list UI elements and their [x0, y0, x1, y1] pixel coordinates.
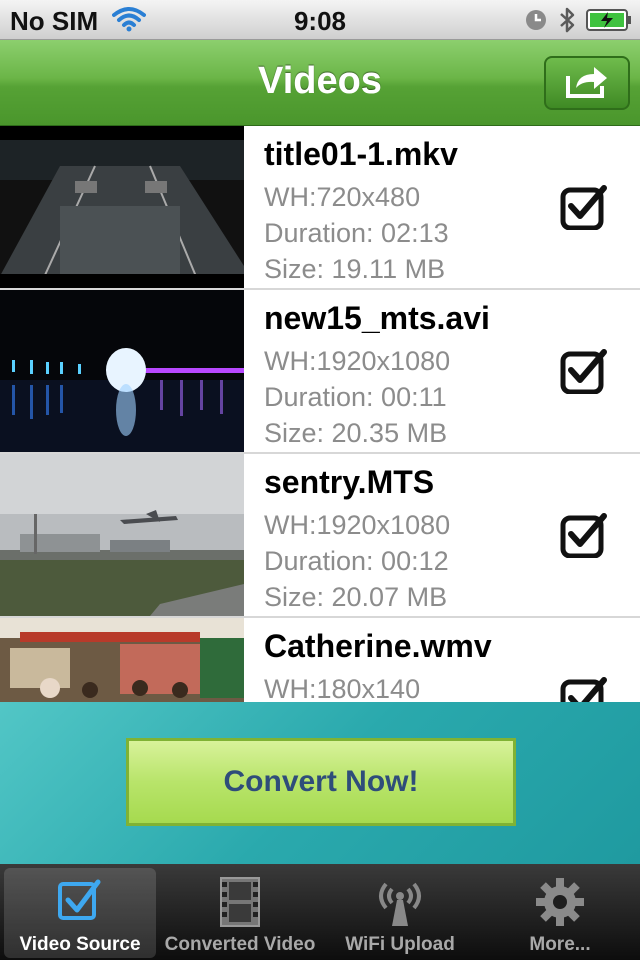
navigation-bar: Videos [0, 40, 640, 126]
share-icon [564, 62, 610, 105]
status-bar: No SIM 9:08 [0, 0, 640, 40]
video-dimensions: WH:720x480 [264, 182, 421, 212]
video-duration: Duration: 00:11 [264, 382, 447, 412]
tab-bar: Video Source Converted Video WiFi Upload… [0, 864, 640, 960]
video-list[interactable]: title01-1.mkv WH:720x480 Duration: 02:13… [0, 126, 640, 702]
tab-wifi-upload[interactable]: WiFi Upload [324, 868, 476, 958]
video-dimensions: WH:1920x1080 [264, 510, 451, 540]
tab-more[interactable]: More... [484, 868, 636, 958]
checkbox-icon[interactable] [560, 184, 608, 231]
video-name: Catherine.wmv [264, 628, 492, 664]
video-row[interactable]: sentry.MTS WH:1920x1080 Duration: 00:12 … [0, 454, 640, 618]
video-size: Size: 20.35 MB [264, 418, 448, 448]
clock-icon [524, 8, 548, 37]
video-name: title01-1.mkv [264, 136, 458, 172]
video-row[interactable]: Catherine.wmv WH:180x140 [0, 618, 640, 702]
film-icon [219, 876, 261, 928]
tab-label: Converted Video [164, 934, 316, 955]
share-button[interactable] [544, 56, 630, 110]
video-name: new15_mts.avi [264, 300, 490, 336]
gear-icon [534, 876, 586, 928]
battery-icon [586, 8, 632, 37]
bluetooth-icon [558, 6, 576, 39]
video-row[interactable]: title01-1.mkv WH:720x480 Duration: 02:13… [0, 126, 640, 290]
wifi-antenna-icon [372, 876, 428, 928]
video-size: Size: 19.11 MB [264, 254, 446, 284]
tab-label: WiFi Upload [345, 934, 455, 955]
video-duration: Duration: 00:12 [264, 546, 449, 576]
checkbox-icon[interactable] [560, 512, 608, 559]
video-size: Size: 20.07 MB [264, 582, 448, 612]
video-thumbnail [0, 290, 244, 452]
tab-video-source[interactable]: Video Source [4, 868, 156, 958]
tab-converted-video[interactable]: Converted Video [164, 868, 316, 958]
video-thumbnail [0, 126, 244, 288]
tab-label: Video Source [19, 934, 141, 955]
video-name: sentry.MTS [264, 464, 435, 500]
convert-panel: Convert Now! [0, 702, 640, 864]
checkbox-icon [56, 876, 104, 928]
video-thumbnail [0, 454, 244, 616]
video-dimensions: WH:1920x1080 [264, 346, 451, 376]
convert-now-button[interactable]: Convert Now! [126, 738, 516, 826]
video-duration: Duration: 02:13 [264, 218, 449, 248]
video-dimensions: WH:180x140 [264, 674, 421, 702]
checkbox-icon[interactable] [560, 348, 608, 395]
tab-label: More... [529, 934, 591, 955]
checkbox-icon[interactable] [560, 676, 608, 702]
video-thumbnail [0, 618, 244, 702]
video-row[interactable]: new15_mts.avi WH:1920x1080 Duration: 00:… [0, 290, 640, 454]
